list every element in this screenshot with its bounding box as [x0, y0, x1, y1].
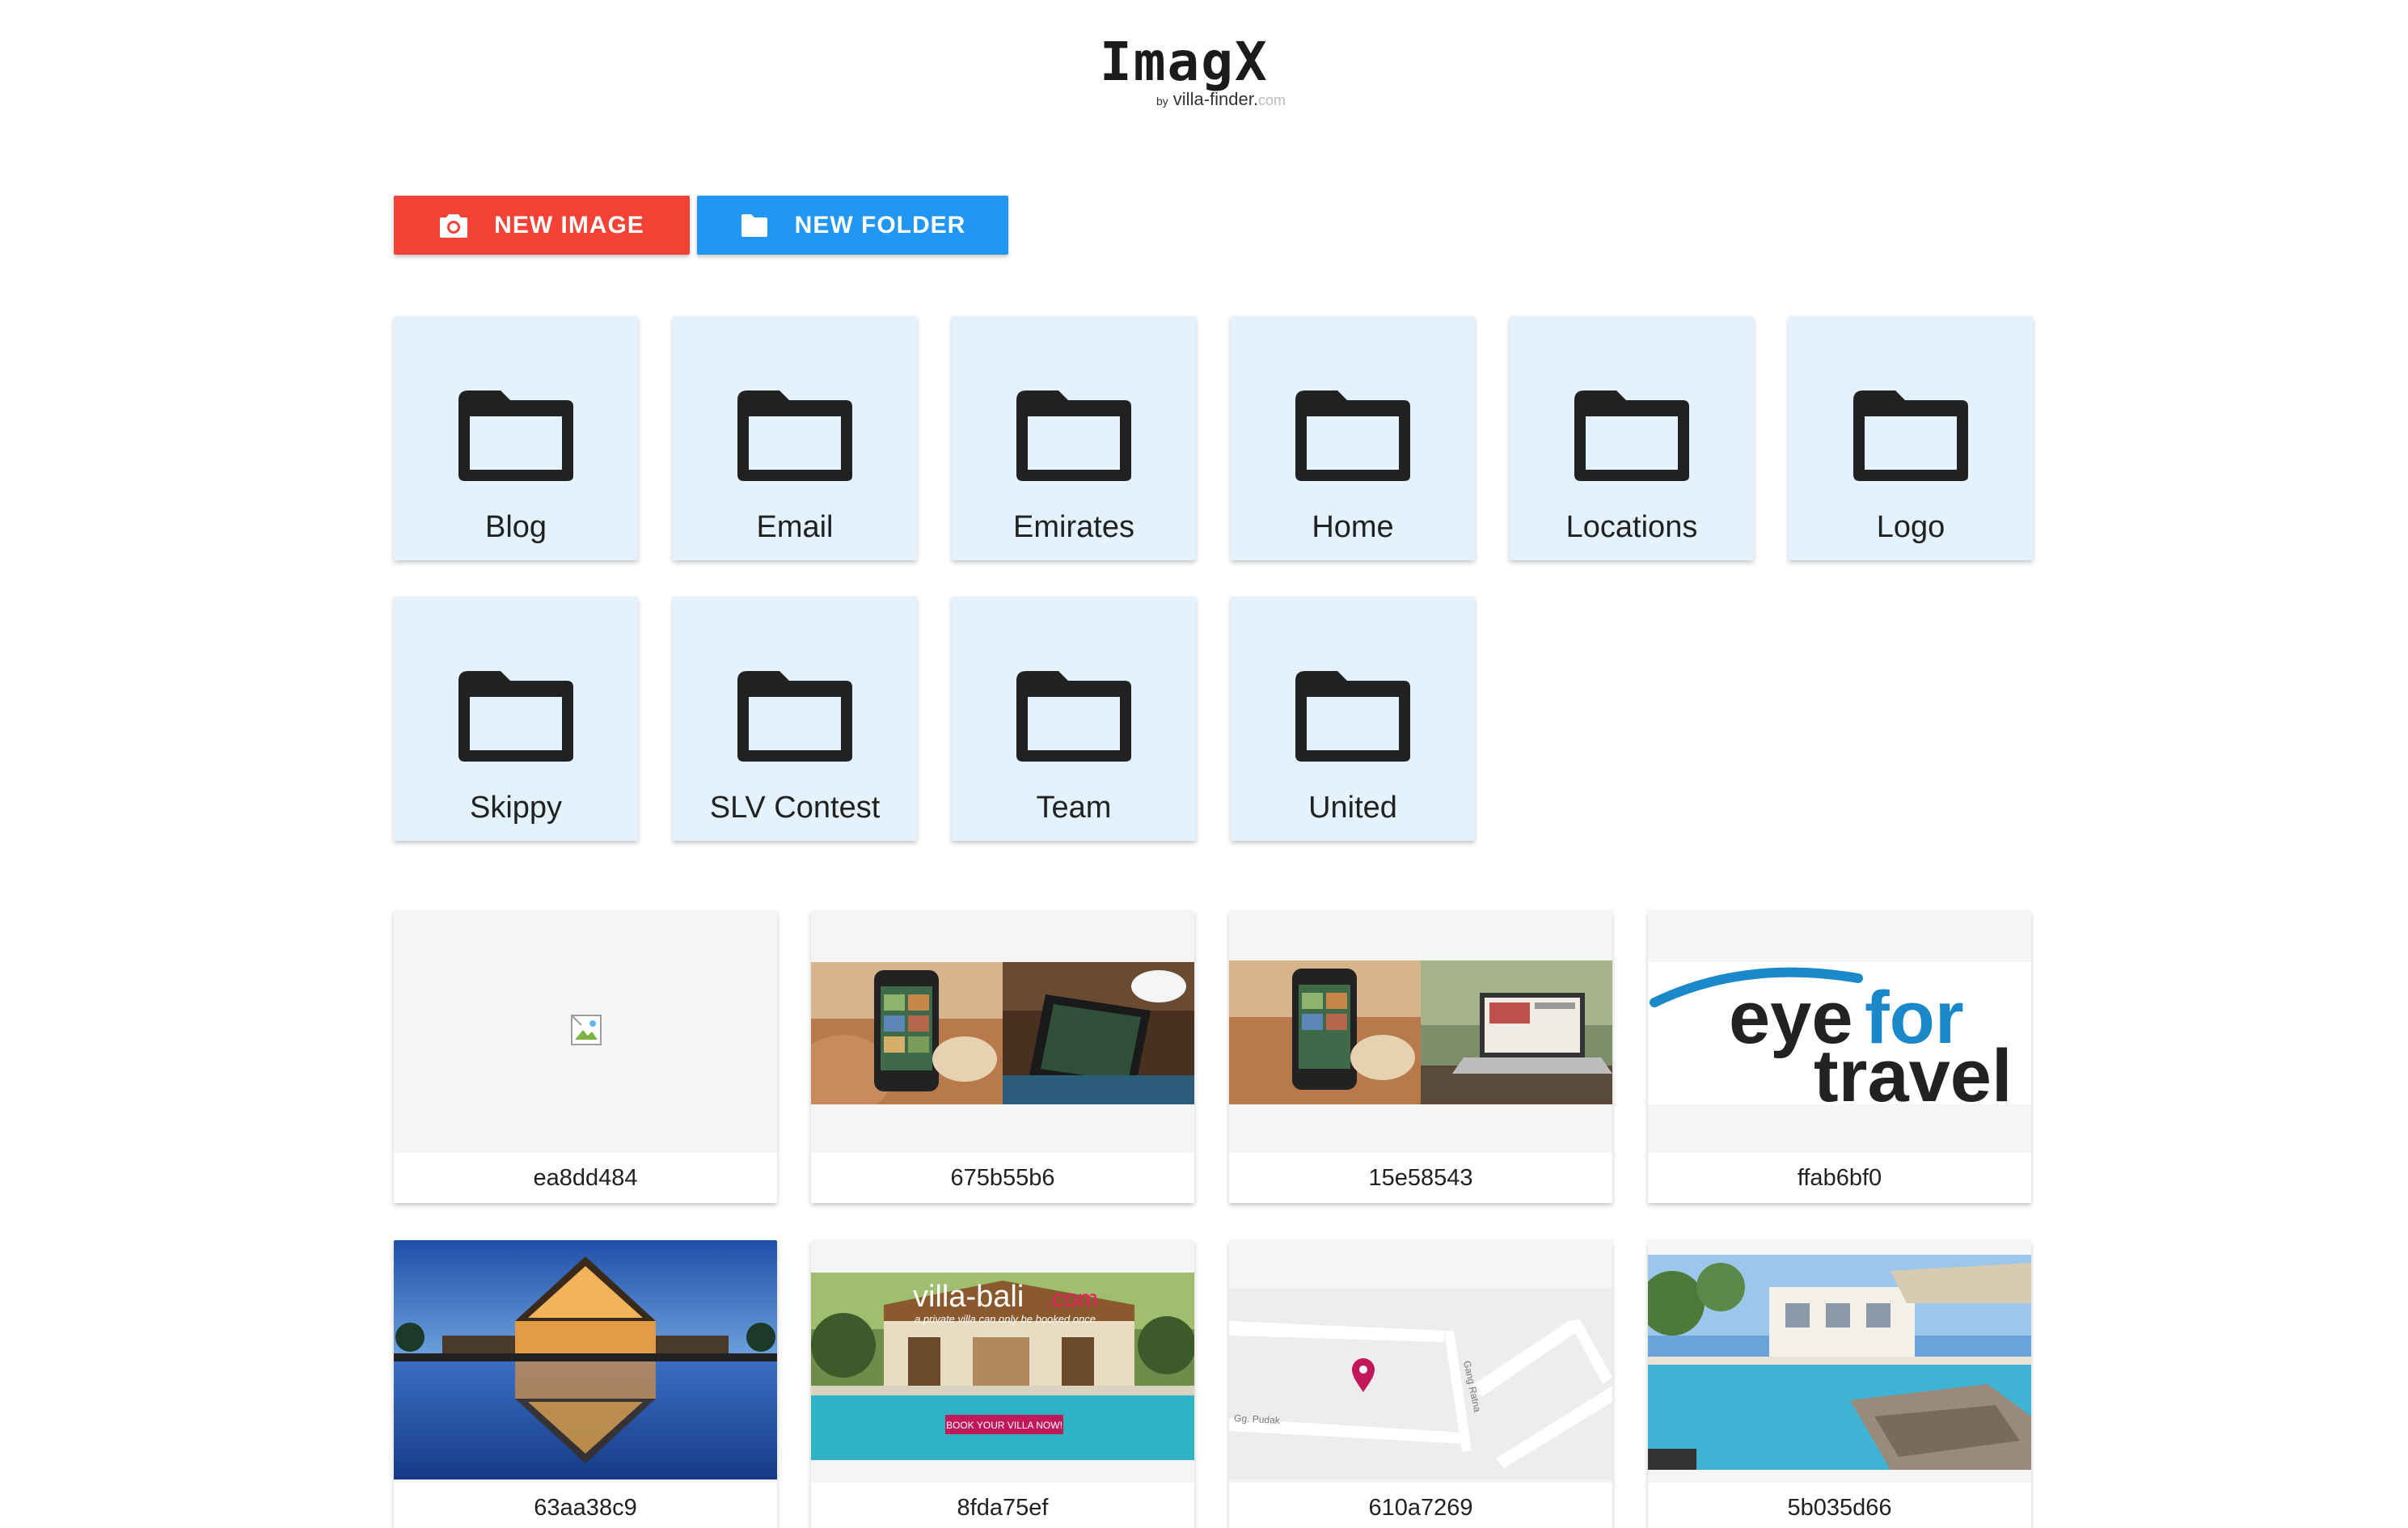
folder-label: Blog	[484, 510, 547, 544]
phone-laptop-photo	[1229, 960, 1612, 1104]
new-image-label: NEW IMAGE	[494, 211, 644, 238]
folder-label: SLV Contest	[709, 791, 881, 825]
image-id: ffab6bf0	[1648, 1153, 2031, 1203]
folder-icon	[733, 666, 857, 766]
folder-label: Skippy	[469, 791, 563, 825]
image-card[interactable]: 675b55b6	[811, 910, 1194, 1203]
villa-pool-dusk-photo	[394, 1240, 777, 1479]
logo-by: by	[1156, 95, 1168, 108]
folder-label: Logo	[1876, 510, 1945, 544]
imagx-logo: ImagX by villa-finder.com	[1100, 36, 1342, 113]
folder-label: Home	[1312, 510, 1394, 544]
image-id: 8fda75ef	[811, 1483, 1194, 1528]
folder-icon	[733, 386, 857, 486]
image-id: 610a7269	[1229, 1483, 1612, 1528]
folder-label: Emirates	[1013, 510, 1134, 544]
folder-label: Locations	[1565, 510, 1698, 544]
image-id: 63aa38c9	[394, 1483, 777, 1528]
image-id: 15e58543	[1229, 1153, 1612, 1203]
folder-label: United	[1308, 791, 1397, 825]
folder-tile[interactable]: Team	[952, 597, 1196, 841]
villa-pool-daylight-photo	[1648, 1255, 2031, 1470]
villa-bali-banner: villa-bali .com a private villa can only…	[811, 1273, 1194, 1460]
folder-tile[interactable]: Home	[1231, 316, 1475, 560]
image-id: 5b035d66	[1648, 1483, 2031, 1528]
image-id: ea8dd484	[394, 1153, 777, 1203]
folder-label: Email	[756, 510, 834, 544]
image-card[interactable]: ea8dd484	[394, 910, 777, 1203]
new-folder-button[interactable]: NEW FOLDER	[697, 196, 1008, 255]
folder-label: Team	[1036, 791, 1112, 825]
folder-icon	[1291, 666, 1415, 766]
folder-tile[interactable]: Emirates	[952, 316, 1196, 560]
folder-tile[interactable]: SLV Contest	[673, 597, 917, 841]
image-card[interactable]: villa-bali .com a private villa can only…	[811, 1240, 1194, 1528]
map: Gang Ratna Gg. Pudak	[1229, 1289, 1612, 1479]
folder-icon	[454, 386, 578, 486]
folder-tile[interactable]: Locations	[1510, 316, 1754, 560]
folder-icon	[454, 666, 578, 766]
folder-tile[interactable]: Email	[673, 316, 917, 560]
eyefortravel-logo: eye for travel	[1648, 962, 2031, 1104]
folder-tile[interactable]: Logo	[1789, 316, 2033, 560]
phone-tablet-photo	[811, 962, 1194, 1104]
image-card[interactable]: Gang Ratna Gg. Pudak 610a7269	[1229, 1240, 1612, 1528]
folder-tile[interactable]: United	[1231, 597, 1475, 841]
folder-icon	[1012, 666, 1136, 766]
villa-bali-brand: villa-bali	[913, 1280, 1024, 1314]
book-now-cta: BOOK YOUR VILLA NOW!	[946, 1420, 1062, 1431]
logo-title: ImagX	[1100, 31, 1269, 93]
folder-icon	[740, 213, 769, 238]
logo-text-travel: travel	[1814, 1035, 2013, 1104]
folder-tile[interactable]: Skippy	[394, 597, 638, 841]
new-folder-label: NEW FOLDER	[794, 211, 966, 238]
broken-image-icon	[570, 1014, 602, 1046]
image-card[interactable]: eye for travel ffab6bf0	[1648, 910, 2031, 1203]
image-card[interactable]: 15e58543	[1229, 910, 1612, 1203]
villa-bali-tld: .com	[1046, 1285, 1098, 1312]
image-card[interactable]: 63aa38c9	[394, 1240, 777, 1528]
logo-byline: by villa-finder.com	[1156, 89, 1286, 112]
folder-icon	[1291, 386, 1415, 486]
logo-tld: com	[1257, 92, 1286, 108]
logo-brand: villa-finder	[1172, 89, 1253, 109]
image-id: 675b55b6	[811, 1153, 1194, 1203]
folder-tile[interactable]: Blog	[394, 316, 638, 560]
image-card[interactable]: 5b035d66	[1648, 1240, 2031, 1528]
camera-icon	[439, 213, 468, 238]
folder-icon	[1569, 386, 1694, 486]
folder-icon	[1012, 386, 1136, 486]
folder-icon	[1848, 386, 1973, 486]
new-image-button[interactable]: NEW IMAGE	[394, 196, 690, 255]
villa-bali-tagline: a private villa can only be booked once	[915, 1313, 1096, 1325]
